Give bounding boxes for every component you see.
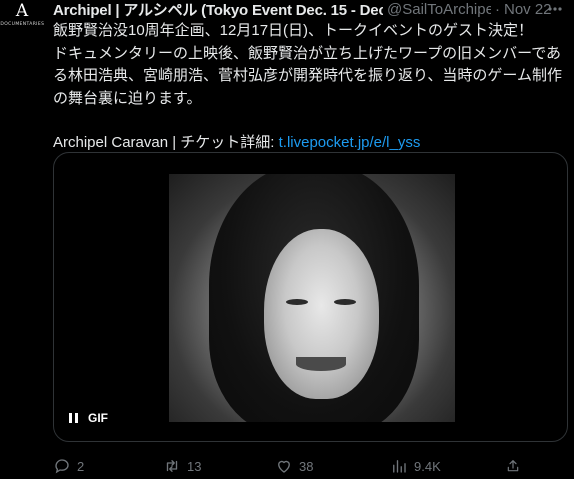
archipel-logo-letter: A — [15, 1, 29, 21]
gif-controls[interactable]: GIF — [66, 407, 108, 429]
tweet-text-line: 飯野賢治没10周年企画、12月17日(日)、トークイベントのゲスト決定！ — [53, 22, 534, 39]
share-icon — [507, 460, 519, 472]
caravan-prefix: Archipel Caravan | チケット詳細: — [53, 134, 279, 151]
views-count: 9.4K — [414, 458, 441, 474]
tweet-text: 飯野賢治没10周年企画、12月17日(日)、トークイベントのゲスト決定！ ドキュ… — [53, 20, 568, 155]
tweet-header: Archipel | アルシペル (Tokyo Event Dec. 15 - … — [53, 0, 574, 20]
retweet-count: 13 — [187, 458, 202, 474]
tweet-text-line: る林田浩典、宮崎朋浩、菅村弘彦が開発時代を振り返り、当時のゲーム制作 — [53, 67, 562, 84]
display-name[interactable]: Archipel | アルシペル (Tokyo Event Dec. 15 - … — [53, 0, 383, 20]
gif-mouth — [296, 357, 346, 371]
gif-eye-right — [334, 299, 356, 305]
like-count: 38 — [299, 458, 314, 474]
separator-dot: · — [495, 0, 500, 18]
pause-icon[interactable] — [66, 411, 80, 425]
reply-button[interactable]: 2 — [53, 454, 163, 478]
gif-image — [169, 174, 455, 422]
more-options-icon[interactable] — [544, 0, 566, 18]
gif-media[interactable]: GIF — [53, 152, 568, 442]
gif-eye-left — [286, 299, 308, 305]
gif-badge: GIF — [88, 411, 108, 425]
views-button[interactable]: 9.4K — [390, 454, 505, 478]
line-break — [53, 110, 568, 132]
ticket-link[interactable]: t.livepocket.jp/e/l_yss — [279, 134, 421, 151]
retweet-icon — [166, 460, 178, 472]
tweet: A DOCUMENTARIES Archipel | アルシペル (Tokyo … — [0, 0, 574, 479]
tweet-text-line: の舞台裏に迫ります。 — [53, 89, 202, 107]
avatar[interactable]: A DOCUMENTARIES — [0, 0, 44, 44]
views-chart-icon — [393, 460, 406, 473]
action-bar: 2 13 38 9.4K — [53, 454, 568, 478]
share-button[interactable] — [505, 454, 527, 478]
reply-count: 2 — [77, 458, 85, 474]
gif-face-shape — [264, 229, 379, 399]
user-handle[interactable]: @SailToArchipel — [387, 1, 491, 18]
like-button[interactable]: 38 — [275, 454, 390, 478]
archipel-logo-subtitle: DOCUMENTARIES — [0, 21, 44, 27]
tweet-text-line: ドキュメンタリーの上映後、飯野賢治が立ち上げたワープの旧メンバーであ — [53, 44, 562, 62]
heart-icon — [278, 460, 290, 473]
retweet-button[interactable]: 13 — [163, 454, 275, 478]
reply-icon — [55, 459, 69, 474]
